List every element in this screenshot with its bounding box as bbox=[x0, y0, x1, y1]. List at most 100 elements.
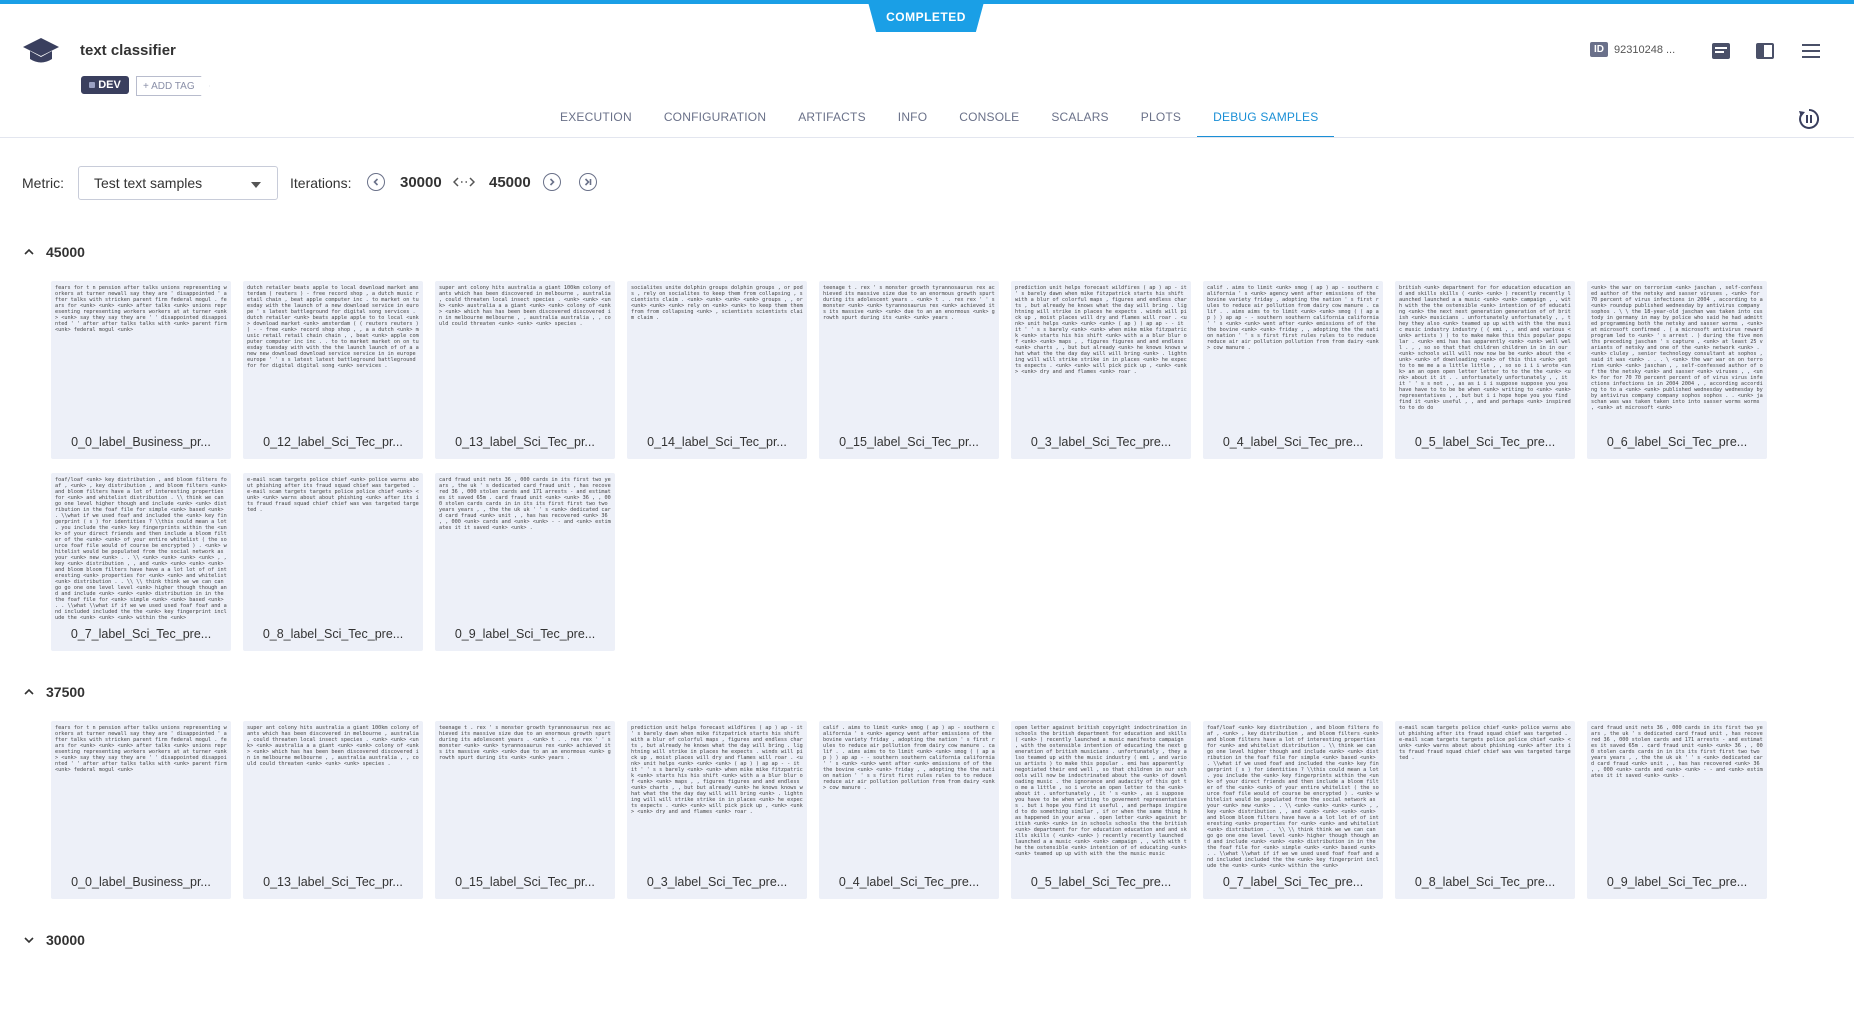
debug-sample-card[interactable]: teenage t . rex ' s monster growth tyran… bbox=[435, 721, 615, 899]
info-panel-icon bbox=[1712, 43, 1730, 59]
debug-sample-card[interactable]: calif . aims to limit <unk> smog ( ap ) … bbox=[819, 721, 999, 899]
debug-sample-card[interactable]: card fraud unit nets 36 , 000 cards in i… bbox=[1587, 721, 1767, 899]
metric-select-value: Test text samples bbox=[94, 175, 203, 191]
skip-to-end-icon bbox=[584, 178, 591, 186]
debug-sample-card[interactable]: <unk> the war on terrorism <unk> jaschan… bbox=[1587, 281, 1767, 459]
debug-sample-card[interactable]: prediction unit helps forecast wildfires… bbox=[627, 721, 807, 899]
prev-iteration-button[interactable] bbox=[367, 173, 385, 191]
sample-text: super ant colony hits australia a giant … bbox=[439, 285, 611, 327]
sample-name: 0_3_label_Sci_Tec_pre... bbox=[646, 875, 788, 889]
info-panel-button[interactable] bbox=[1710, 40, 1732, 62]
tab-console[interactable]: CONSOLE bbox=[959, 110, 1019, 138]
tab-artifacts[interactable]: ARTIFACTS bbox=[798, 110, 866, 138]
sample-text: foaf/loaf <unk> key distribution , and b… bbox=[1207, 725, 1379, 868]
chevron-down-icon bbox=[24, 937, 34, 944]
split-view-icon bbox=[1756, 43, 1774, 59]
experiment-title: text classifier bbox=[80, 42, 176, 59]
debug-sample-card[interactable]: british <unk> department for for educati… bbox=[1395, 281, 1575, 459]
chevron-left-icon bbox=[373, 178, 379, 186]
debug-sample-card[interactable]: fears for t n pension after talks unions… bbox=[51, 721, 231, 899]
sample-name: 0_12_label_Sci_Tec_pr... bbox=[263, 435, 403, 449]
iteration-group-label: 30000 bbox=[46, 932, 85, 948]
tab-bar: EXECUTION CONFIGURATION ARTIFACTS INFO C… bbox=[560, 110, 1350, 138]
sample-name: 0_8_label_Sci_Tec_pre... bbox=[262, 627, 404, 641]
sample-text: card fraud unit nets 36 , 000 cards in i… bbox=[1591, 725, 1763, 779]
iteration-group-header[interactable]: 45000 bbox=[22, 244, 85, 260]
iteration-group-header[interactable]: 37500 bbox=[22, 684, 85, 700]
sample-name: 0_4_label_Sci_Tec_pre... bbox=[838, 875, 980, 889]
sample-text: fears for t n pension after talks unions… bbox=[55, 285, 227, 333]
id-value: 92310248 ... bbox=[1614, 43, 1676, 56]
tab-debug-samples[interactable]: DEBUG SAMPLES bbox=[1197, 110, 1335, 138]
tab-plots[interactable]: PLOTS bbox=[1141, 110, 1181, 138]
tab-scalars[interactable]: SCALARS bbox=[1051, 110, 1108, 138]
iteration-group-label: 37500 bbox=[46, 684, 85, 700]
iterations-label: Iterations: bbox=[290, 175, 352, 191]
debug-sample-card[interactable]: foaf/loaf <unk> key distribution , and b… bbox=[1203, 721, 1383, 899]
debug-sample-card[interactable]: super ant colony hits australia a giant … bbox=[243, 721, 423, 899]
iteration-from: 30000 bbox=[400, 174, 442, 191]
sample-text: <unk> the war on terrorism <unk> jaschan… bbox=[1591, 285, 1763, 411]
sample-text: dutch retailer beats apple to local down… bbox=[247, 285, 419, 369]
sample-name: 0_9_label_Sci_Tec_pre... bbox=[454, 627, 596, 641]
debug-sample-card[interactable]: e-mail scam targets police chief <unk> p… bbox=[1395, 721, 1575, 899]
menu-button[interactable] bbox=[1800, 40, 1822, 62]
next-iteration-button[interactable] bbox=[543, 173, 561, 191]
id-label: ID bbox=[1590, 42, 1608, 57]
status-badge: COMPLETED bbox=[868, 2, 984, 32]
sample-name: 0_4_label_Sci_Tec_pre... bbox=[1222, 435, 1364, 449]
chevron-up-icon bbox=[24, 688, 34, 695]
sample-text: e-mail scam targets police chief <unk> p… bbox=[1399, 725, 1571, 761]
chevron-up-icon bbox=[24, 248, 34, 255]
sample-name: 0_0_label_Business_pr... bbox=[71, 875, 211, 889]
sample-name: 0_5_label_Sci_Tec_pre... bbox=[1030, 875, 1172, 889]
iteration-group-header[interactable]: 30000 bbox=[22, 932, 85, 948]
sample-text: foaf/loaf <unk> key distribution , and b… bbox=[55, 477, 227, 620]
debug-sample-card[interactable]: socialites unite dolphin groups dolphin … bbox=[627, 281, 807, 459]
tab-execution[interactable]: EXECUTION bbox=[560, 110, 632, 138]
sample-name: 0_15_label_Sci_Tec_pr... bbox=[839, 435, 979, 449]
debug-sample-card[interactable]: super ant colony hits australia a giant … bbox=[435, 281, 615, 459]
last-iteration-button[interactable] bbox=[579, 173, 597, 191]
sample-text: super ant colony hits australia a giant … bbox=[247, 725, 419, 767]
metric-select[interactable]: Test text samples bbox=[78, 166, 278, 200]
sample-text: card fraud unit nets 36 , 000 cards in i… bbox=[439, 477, 611, 531]
experiment-id[interactable]: ID 92310248 ... bbox=[1590, 42, 1675, 57]
debug-sample-card[interactable]: dutch retailer beats apple to local down… bbox=[243, 281, 423, 459]
add-tag-button[interactable]: + ADD TAG bbox=[136, 76, 210, 96]
sample-text: socialites unite dolphin groups dolphin … bbox=[631, 285, 803, 321]
debug-sample-card[interactable]: prediction unit helps forecast wildfires… bbox=[1011, 281, 1191, 459]
debug-sample-card[interactable]: foaf/loaf <unk> key distribution , and b… bbox=[51, 473, 231, 651]
sample-text: prediction unit helps forecast wildfires… bbox=[631, 725, 803, 815]
debug-sample-card[interactable]: card fraud unit nets 36 , 000 cards in i… bbox=[435, 473, 615, 651]
sample-text: british <unk> department for for educati… bbox=[1399, 285, 1571, 411]
debug-sample-card[interactable]: calif . aims to limit <unk> smog ( ap ) … bbox=[1203, 281, 1383, 459]
range-arrows-icon bbox=[453, 177, 475, 187]
debug-sample-card[interactable]: open letter against british copyright in… bbox=[1011, 721, 1191, 899]
sample-name: 0_13_label_Sci_Tec_pr... bbox=[263, 875, 403, 889]
tag-dev[interactable]: DEV bbox=[81, 76, 129, 94]
sample-name: 0_15_label_Sci_Tec_pr... bbox=[455, 875, 595, 889]
sample-text: teenage t . rex ' s monster growth tyran… bbox=[439, 725, 611, 761]
tab-info[interactable]: INFO bbox=[898, 110, 927, 138]
debug-sample-card[interactable]: teenage t . rex ' s monster growth tyran… bbox=[819, 281, 999, 459]
tabs-divider bbox=[0, 137, 1854, 138]
tag-dev-label: DEV bbox=[98, 79, 121, 91]
auto-refresh-icon[interactable] bbox=[1797, 107, 1821, 131]
split-view-button[interactable] bbox=[1754, 40, 1776, 62]
iteration-group-label: 45000 bbox=[46, 244, 85, 260]
sample-text: teenage t . rex ' s monster growth tyran… bbox=[823, 285, 995, 321]
sample-name: 0_13_label_Sci_Tec_pr... bbox=[455, 435, 595, 449]
sample-name: 0_14_label_Sci_Tec_pr... bbox=[647, 435, 787, 449]
sample-name: 0_0_label_Business_pr... bbox=[71, 435, 211, 449]
tab-configuration[interactable]: CONFIGURATION bbox=[664, 110, 766, 138]
debug-sample-card[interactable]: e-mail scam targets police chief <unk> p… bbox=[243, 473, 423, 651]
debug-sample-card[interactable]: fears for t n pension after talks unions… bbox=[51, 281, 231, 459]
sample-text: calif . aims to limit <unk> smog ( ap ) … bbox=[1207, 285, 1379, 351]
sample-name: 0_3_label_Sci_Tec_pre... bbox=[1030, 435, 1172, 449]
sample-text: e-mail scam targets police chief <unk> p… bbox=[247, 477, 419, 513]
sample-name: 0_5_label_Sci_Tec_pre... bbox=[1414, 435, 1556, 449]
iteration-to: 45000 bbox=[489, 174, 531, 191]
sample-name: 0_8_label_Sci_Tec_pre... bbox=[1414, 875, 1556, 889]
sample-name: 0_7_label_Sci_Tec_pre... bbox=[70, 627, 212, 641]
